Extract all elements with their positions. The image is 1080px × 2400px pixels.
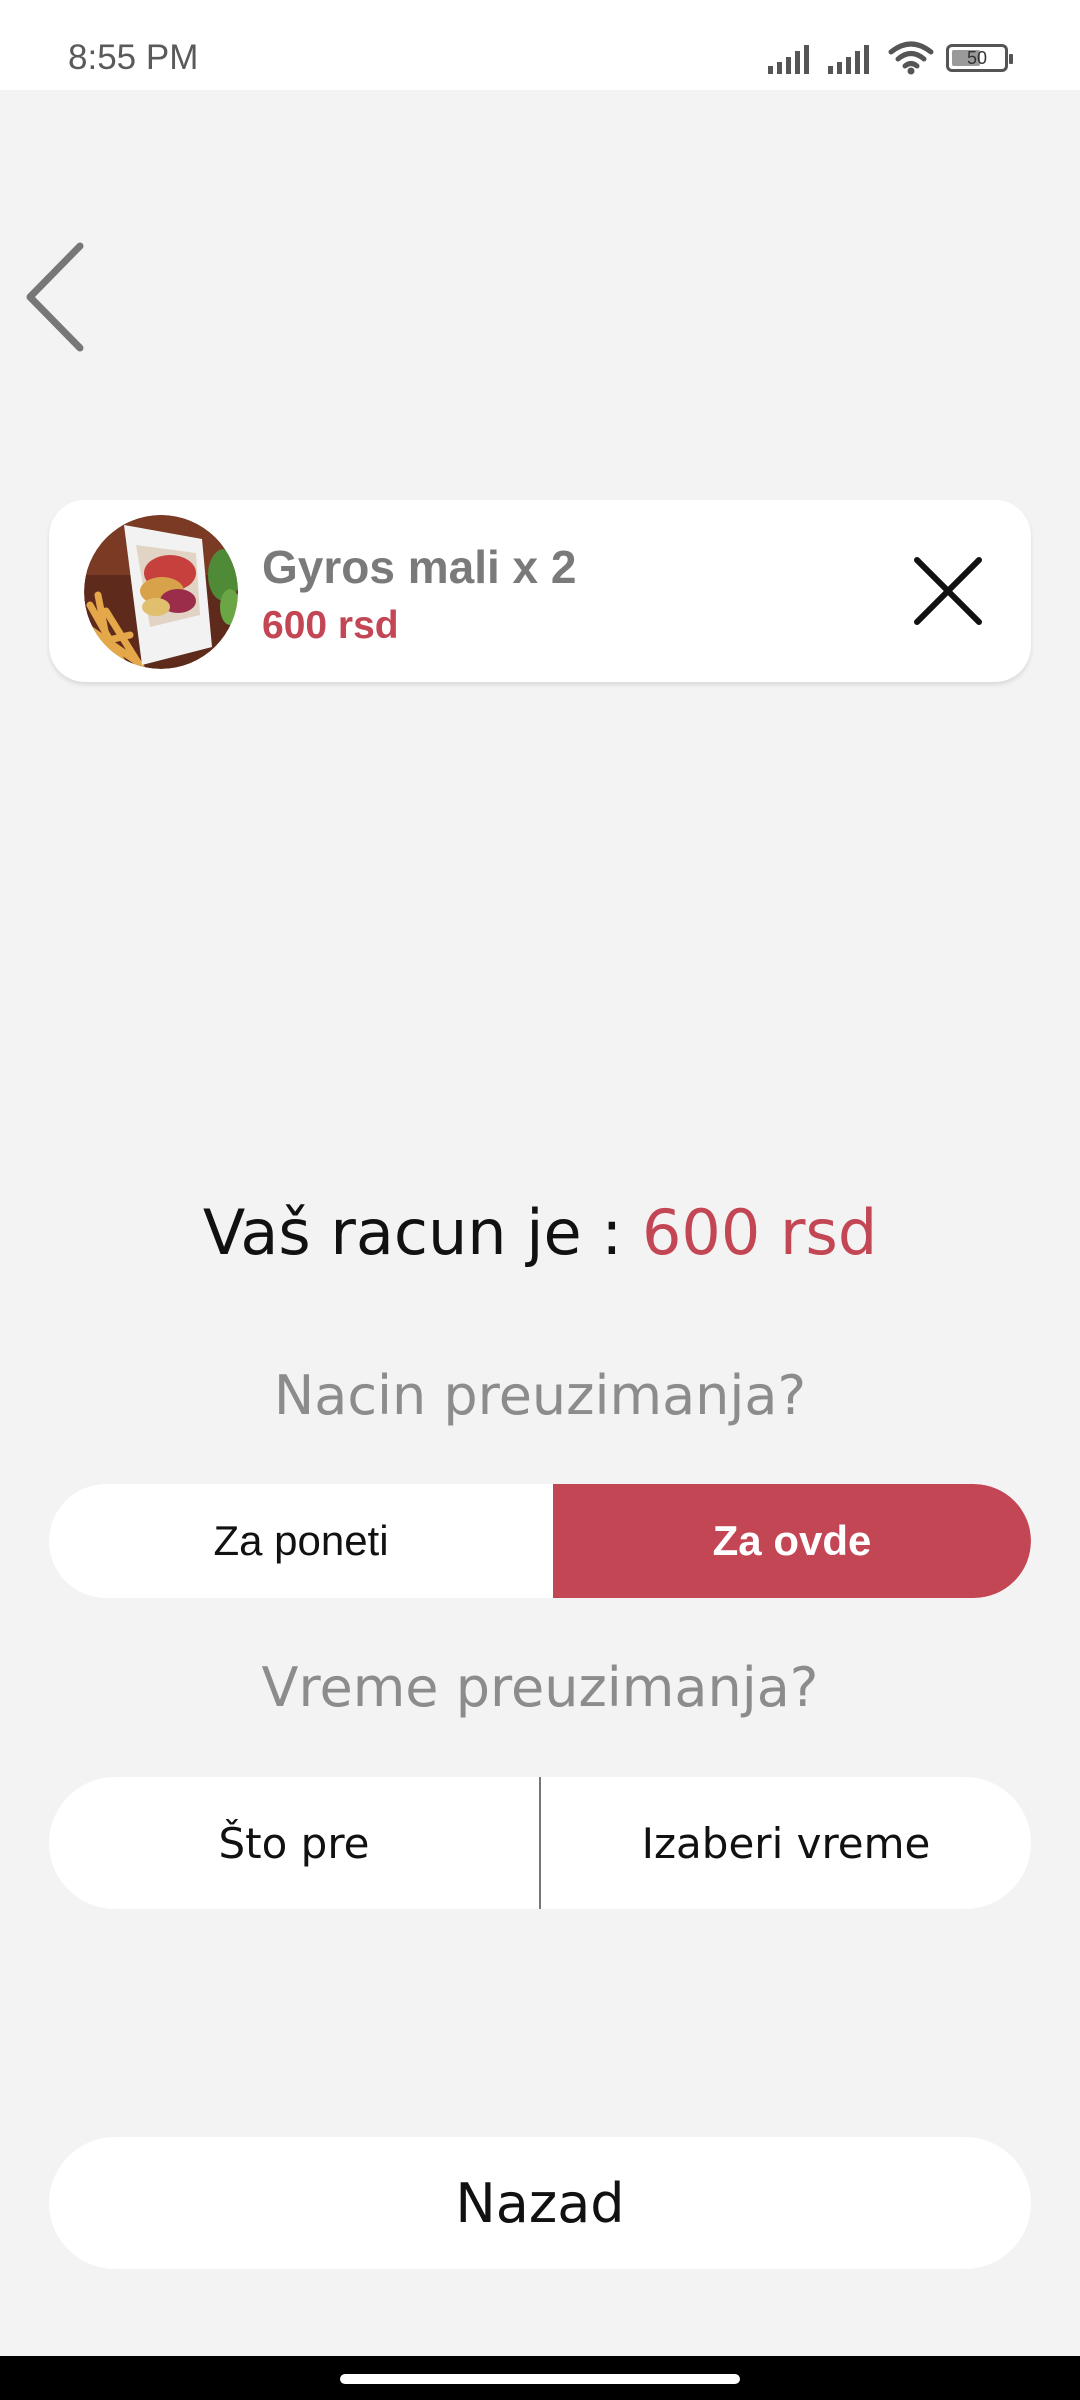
status-bar: 8:55 PM 50	[0, 0, 1080, 90]
battery-icon: 50	[946, 44, 1013, 72]
home-indicator[interactable]	[340, 2374, 740, 2384]
chevron-left-icon[interactable]	[22, 238, 92, 356]
cart-item-card: Gyros mali x 2 600 rsd	[49, 500, 1031, 682]
order-total: Vaš racun je : 600 rsd	[0, 1196, 1080, 1269]
pickup-time-toggle: Što pre Izaberi vreme	[49, 1777, 1031, 1909]
signal-icon	[768, 45, 809, 74]
gyros-with-fries-photo	[84, 515, 238, 669]
status-icons: 50	[768, 38, 1013, 78]
order-summary-screen: 8:55 PM 50 Gyros mali x 2 600 rsd Vaš ra…	[0, 0, 1080, 2400]
option-dine-in[interactable]: Za ovde	[553, 1484, 1031, 1598]
option-takeaway[interactable]: Za poneti	[49, 1484, 553, 1598]
pickup-time-question: Vreme preuzimanja?	[261, 1656, 819, 1719]
option-choose-time[interactable]: Izaberi vreme	[541, 1777, 1031, 1909]
close-icon[interactable]	[905, 548, 991, 634]
wifi-icon	[888, 41, 934, 75]
pickup-method-question: Nacin preuzimanja?	[273, 1364, 807, 1427]
back-button[interactable]: Nazad	[49, 2137, 1031, 2269]
system-nav-bar	[0, 2356, 1080, 2400]
battery-level: 50	[966, 47, 988, 68]
status-time: 8:55 PM	[68, 38, 199, 77]
signal-icon	[828, 45, 869, 74]
total-label: Vaš racun je :	[202, 1196, 623, 1269]
cart-item-name: Gyros mali x 2	[262, 541, 577, 593]
total-value: 600 rsd	[641, 1196, 878, 1269]
cart-item-price: 600 rsd	[262, 604, 399, 647]
pickup-method-toggle: Za poneti Za ovde	[49, 1484, 1031, 1598]
option-asap[interactable]: Što pre	[49, 1777, 539, 1909]
